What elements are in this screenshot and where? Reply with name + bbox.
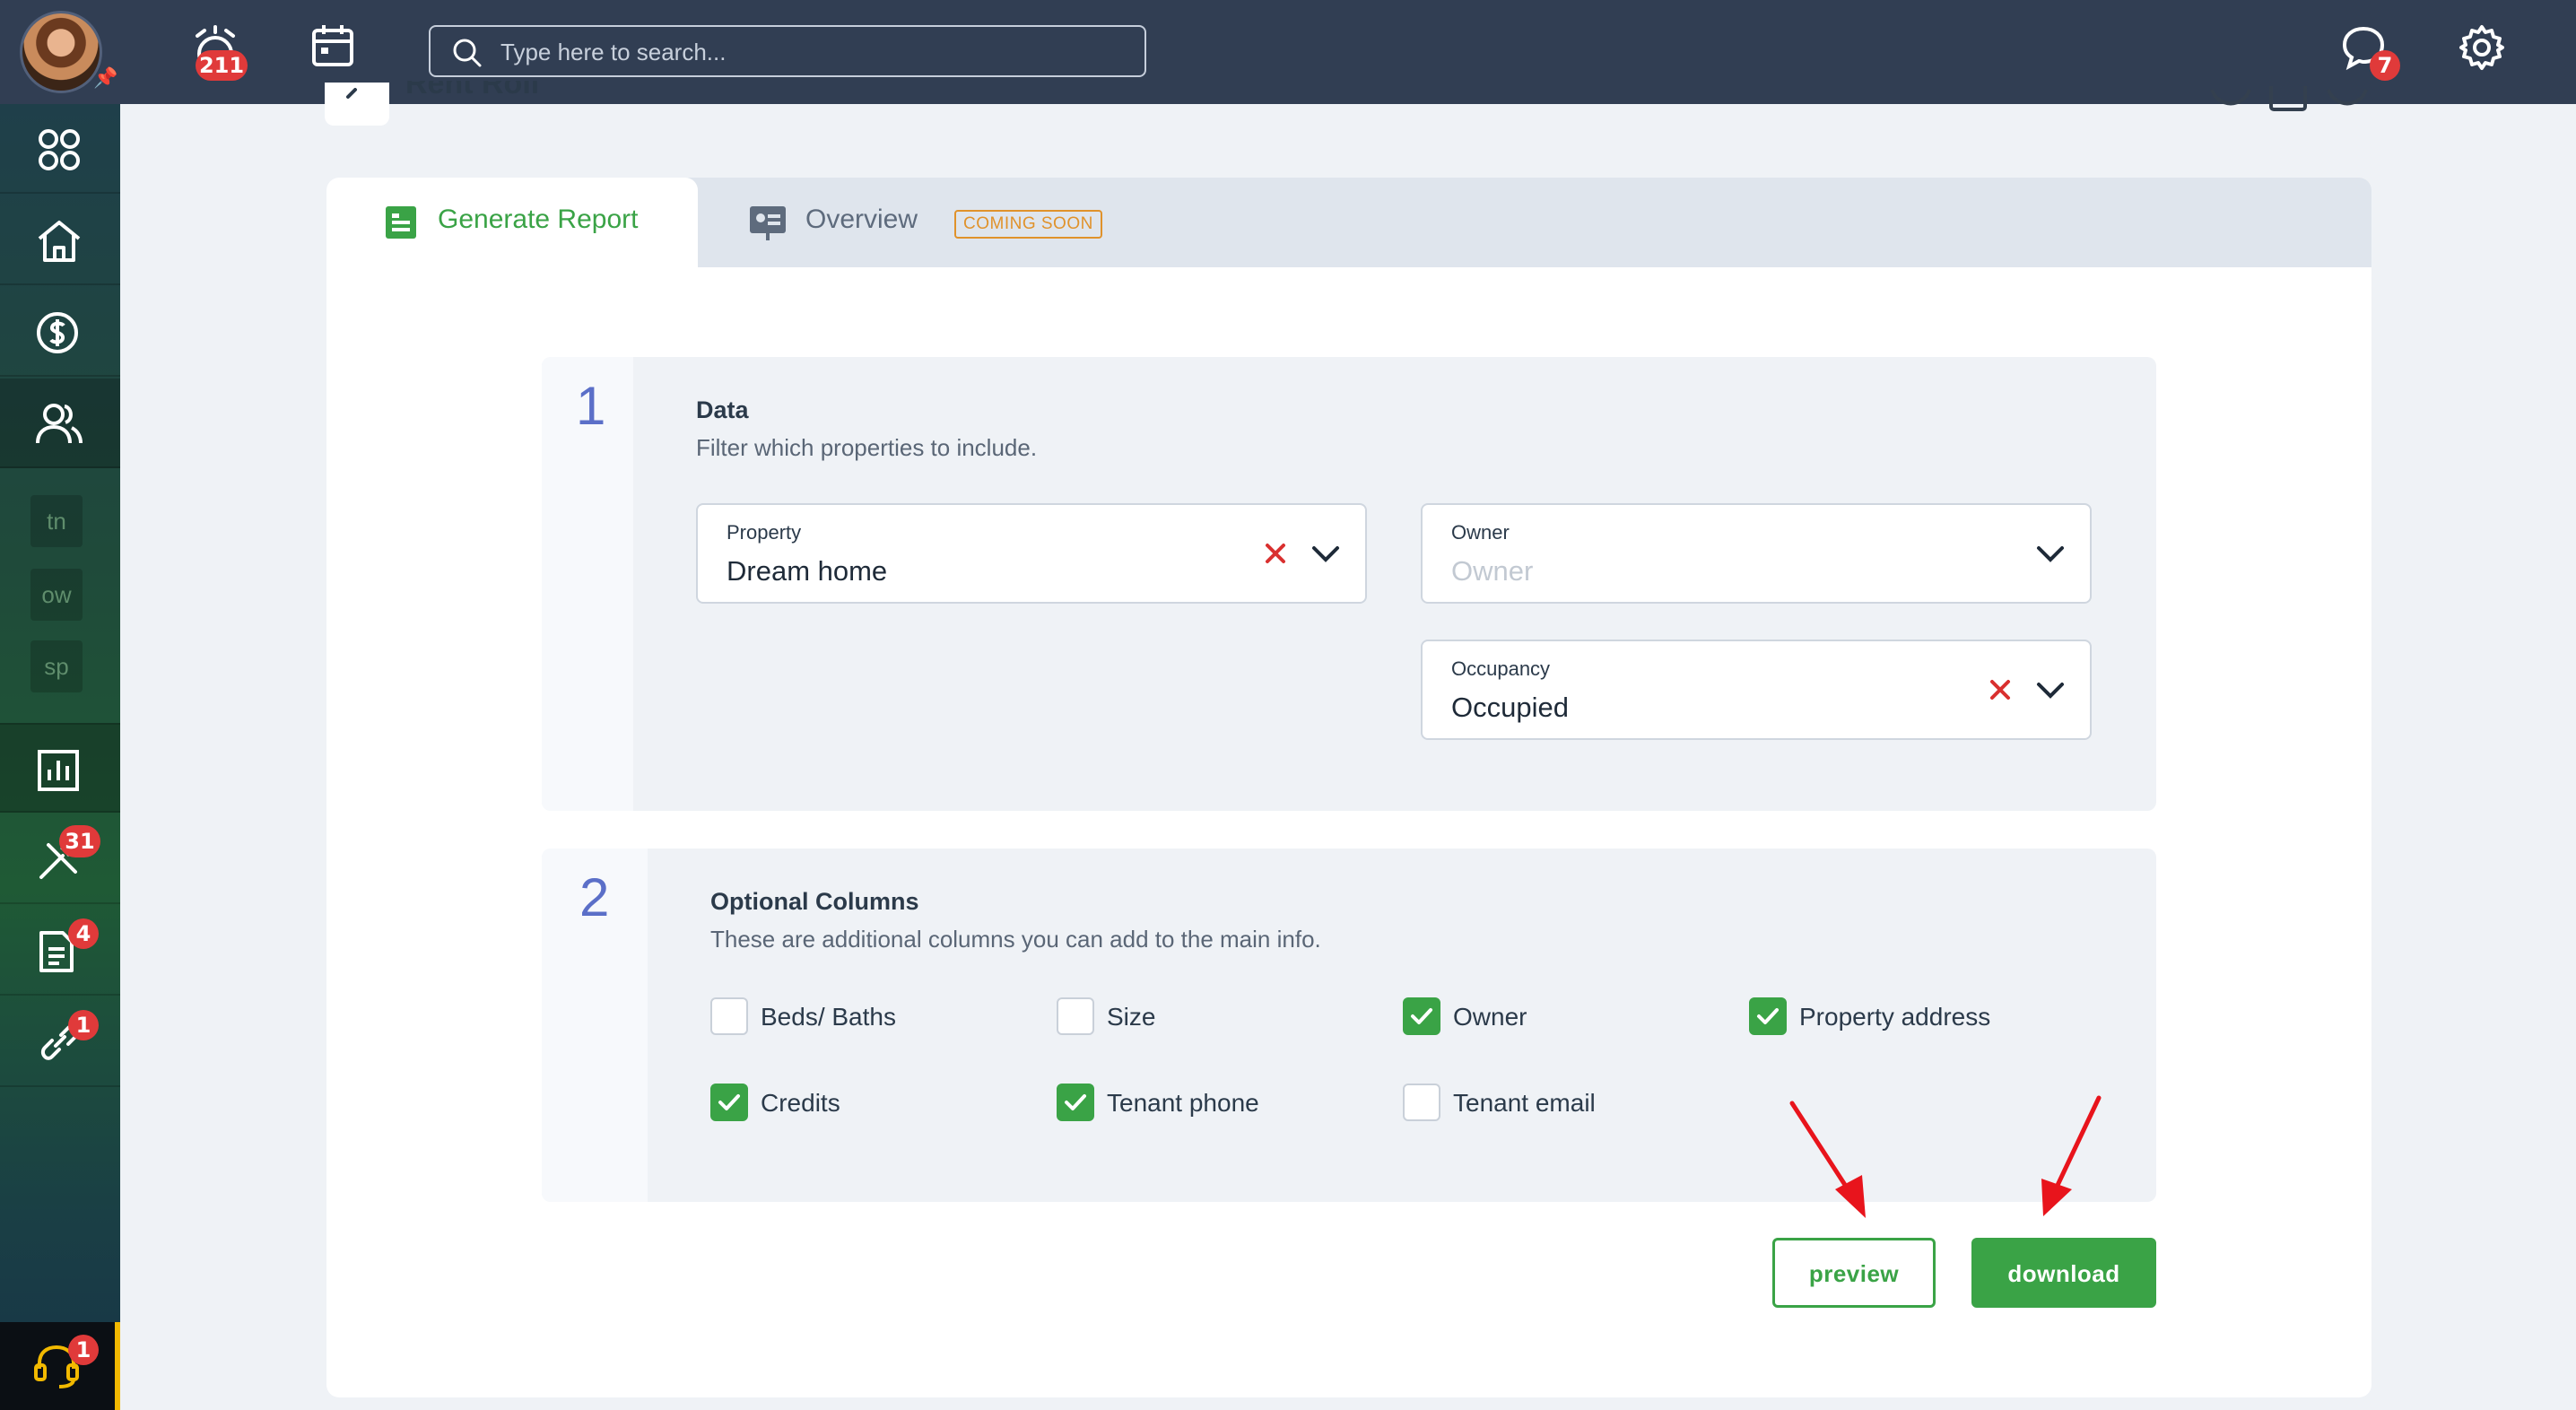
checkmark-icon	[1065, 1094, 1086, 1110]
clear-property-icon[interactable]	[1263, 541, 1288, 566]
sidebar-chip-owners[interactable]: ow	[30, 569, 83, 621]
chevron-down-icon[interactable]	[1311, 543, 1340, 564]
sidebar-item-maintenance[interactable]: 31	[0, 814, 120, 904]
chat-icon[interactable]: 7	[2339, 23, 2400, 81]
property-select[interactable]: Property Dream home	[696, 503, 1367, 604]
reports-chart-icon	[38, 750, 79, 791]
occupancy-value: Occupied	[1451, 692, 1569, 723]
sidebar-item-apps[interactable]	[0, 104, 120, 194]
checkbox-property-address[interactable]	[1749, 997, 1787, 1035]
sidebar-item-people[interactable]	[0, 379, 120, 468]
checkmark-icon	[718, 1094, 740, 1110]
checkbox-owner[interactable]	[1403, 997, 1440, 1035]
sidebar-item-links[interactable]: 1	[0, 997, 120, 1087]
property-value: Dream home	[727, 555, 888, 587]
occupancy-select[interactable]: Occupancy Occupied	[1421, 640, 2092, 740]
notifications-badge: 211	[196, 50, 248, 81]
search-input[interactable]	[500, 34, 1128, 70]
checkmark-icon	[1757, 1008, 1779, 1024]
data-section-title: Data	[696, 396, 749, 423]
optional-columns-description: These are additional columns you can add…	[710, 926, 1321, 953]
data-section: 1 Data Filter which properties to includ…	[542, 357, 2156, 811]
data-section-description: Filter which properties to include.	[696, 434, 1038, 461]
section-1-number: 1	[576, 376, 606, 436]
checkbox-tenant-phone[interactable]	[1057, 1084, 1094, 1121]
sidebar-item-accounting[interactable]	[0, 287, 120, 377]
maintenance-badge: 31	[59, 825, 100, 857]
checkbox-label: Property address	[1799, 1003, 1991, 1031]
checkbox-label: Size	[1107, 1003, 1156, 1031]
sidebar: tn ow sp 31 4 1	[0, 104, 120, 1410]
optional-columns-section: 2 Optional Columns These are additional …	[542, 849, 2156, 1202]
chevron-left-icon	[346, 88, 357, 99]
checkbox-size[interactable]	[1057, 997, 1094, 1035]
annotation-arrow-download	[2041, 1095, 2102, 1216]
checkbox-label: Credits	[761, 1089, 840, 1117]
property-label: Property	[727, 521, 802, 544]
checkmark-icon	[1411, 1008, 1432, 1024]
apps-grid-icon	[39, 129, 80, 170]
checkbox-beds-baths[interactable]	[710, 997, 748, 1035]
support-badge: 1	[68, 1335, 99, 1365]
chevron-down-icon[interactable]	[2036, 543, 2065, 564]
occupancy-label: Occupancy	[1451, 657, 1551, 680]
optional-columns-title: Optional Columns	[710, 888, 919, 915]
presentation-icon	[750, 206, 786, 240]
owner-placeholder: Owner	[1451, 555, 1534, 587]
back-button[interactable]	[325, 83, 389, 126]
documents-badge: 4	[68, 918, 99, 949]
pin-icon[interactable]: 📌	[93, 66, 117, 90]
support-button[interactable]: 1	[0, 1322, 120, 1410]
sidebar-chip-tenants[interactable]: tn	[30, 495, 83, 547]
coming-soon-badge: COMING SOON	[954, 210, 1102, 239]
tab-overview-label: Overview	[805, 205, 918, 234]
preview-button[interactable]: preview	[1772, 1238, 1936, 1308]
home-icon	[38, 221, 81, 262]
search-icon	[453, 39, 482, 67]
checkbox-credits[interactable]	[710, 1084, 748, 1121]
section-2-number: 2	[579, 867, 610, 927]
settings-gear-icon[interactable]	[2458, 23, 2511, 77]
dollar-icon	[37, 312, 78, 353]
tab-generate-label: Generate Report	[438, 205, 639, 234]
sidebar-item-home[interactable]	[0, 196, 120, 285]
download-button[interactable]: download	[1971, 1238, 2156, 1308]
links-badge: 1	[68, 1010, 99, 1040]
clear-occupancy-icon[interactable]	[1988, 677, 2013, 702]
tab-bar: Generate Report Overview COMING SOON	[326, 178, 2371, 267]
checkbox-label: Owner	[1453, 1003, 1527, 1031]
messages-badge: 7	[2370, 50, 2400, 81]
page-title: Rent Roll	[405, 81, 540, 100]
report-doc-icon	[386, 206, 416, 239]
checkbox-label: Tenant phone	[1107, 1089, 1259, 1117]
owner-label: Owner	[1451, 521, 1510, 544]
checkbox-label: Tenant email	[1453, 1089, 1596, 1117]
chevron-down-icon[interactable]	[2036, 679, 2065, 701]
people-icon	[36, 404, 83, 444]
header-actions-icons[interactable]	[2208, 86, 2370, 113]
sidebar-item-documents[interactable]: 4	[0, 906, 120, 996]
alarm-icon[interactable]: 211	[188, 23, 248, 81]
sidebar-item-reports[interactable]	[0, 723, 120, 813]
annotation-arrow-preview	[1789, 1101, 1866, 1218]
owner-select[interactable]: Owner Owner	[1421, 503, 2092, 604]
user-avatar[interactable]	[20, 11, 102, 93]
sidebar-chip-service-pros[interactable]: sp	[30, 640, 83, 692]
search-bar[interactable]	[429, 25, 1146, 77]
tab-generate-report[interactable]: Generate Report	[326, 178, 698, 267]
calendar-icon[interactable]	[310, 23, 364, 77]
checkbox-label: Beds/ Baths	[761, 1003, 896, 1031]
checkbox-tenant-email[interactable]	[1403, 1084, 1440, 1121]
